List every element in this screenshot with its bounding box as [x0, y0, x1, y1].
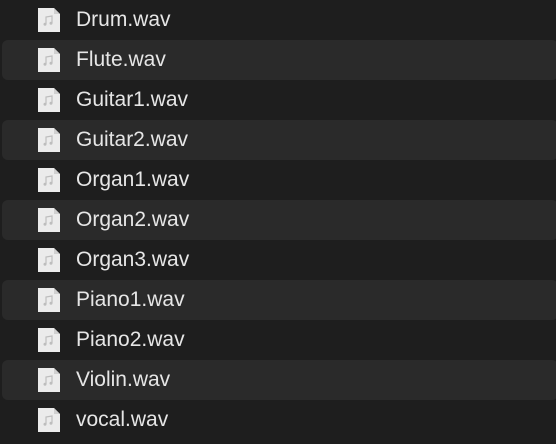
file-name: Guitar2.wav [76, 128, 189, 151]
file-row-organ2[interactable]: Organ2.wav [2, 200, 556, 240]
audio-file-icon [36, 288, 60, 312]
audio-file-icon [36, 8, 60, 32]
audio-file-icon [36, 368, 60, 392]
file-name: Organ1.wav [76, 168, 190, 191]
audio-file-icon [36, 88, 60, 112]
file-row-organ1[interactable]: Organ1.wav [0, 160, 556, 200]
audio-file-icon [36, 168, 60, 192]
audio-file-icon [36, 128, 60, 152]
file-row-guitar2[interactable]: Guitar2.wav [2, 120, 556, 160]
file-name: Guitar1.wav [76, 88, 189, 111]
file-row-violin[interactable]: Violin.wav [2, 360, 556, 400]
file-name: Violin.wav [76, 368, 171, 391]
file-row-vocal[interactable]: vocal.wav [0, 400, 556, 440]
file-name: Piano2.wav [76, 328, 185, 351]
audio-file-icon [36, 408, 60, 432]
file-row-piano2[interactable]: Piano2.wav [0, 320, 556, 360]
file-row-guitar1[interactable]: Guitar1.wav [0, 80, 556, 120]
file-list: Drum.wav Flute.wav Guitar1.wav Guitar2.w… [0, 0, 556, 444]
file-name: Organ2.wav [76, 208, 190, 231]
file-row-flute[interactable]: Flute.wav [2, 40, 556, 80]
file-name: Drum.wav [76, 8, 171, 31]
file-row-organ3[interactable]: Organ3.wav [0, 240, 556, 280]
audio-file-icon [36, 208, 60, 232]
file-name: Piano1.wav [76, 288, 185, 311]
file-name: Organ3.wav [76, 248, 190, 271]
file-row-drum[interactable]: Drum.wav [0, 0, 556, 40]
file-name: Flute.wav [76, 48, 166, 71]
audio-file-icon [36, 328, 60, 352]
audio-file-icon [36, 248, 60, 272]
audio-file-icon [36, 48, 60, 72]
file-row-piano1[interactable]: Piano1.wav [2, 280, 556, 320]
file-name: vocal.wav [76, 408, 169, 431]
